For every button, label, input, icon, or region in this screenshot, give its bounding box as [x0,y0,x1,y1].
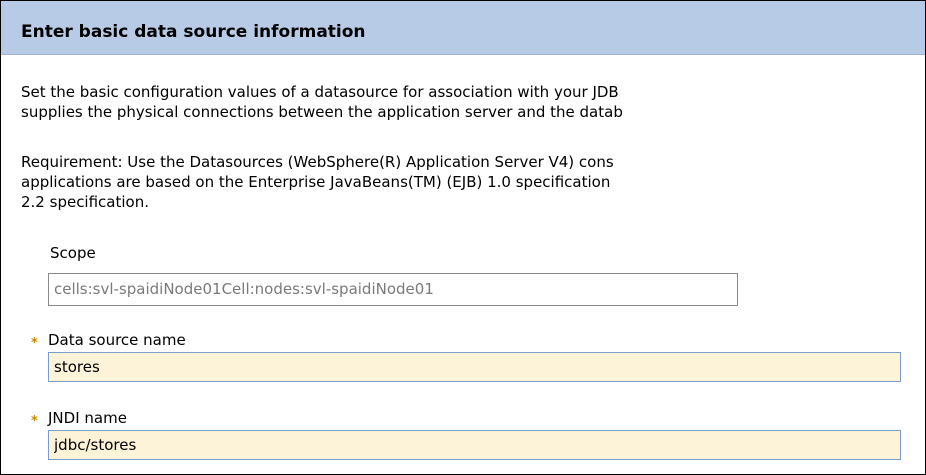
scope-label: Scope [50,244,96,262]
required-marker-icon: * [31,414,38,429]
intro-text-line: supplies the physical connections betwee… [21,103,623,121]
jndi-name-label: JNDI name [48,409,127,427]
requirement-text-line: Requirement: Use the Datasources (WebSph… [21,153,614,171]
data-source-name-input[interactable] [48,352,901,382]
data-source-name-label: Data source name [48,331,186,349]
intro-text-line: Set the basic configuration values of a … [21,83,619,101]
section-title: Enter basic data source information [21,22,366,42]
scope-field: cells:svl-spaidiNode01Cell:nodes:svl-spa… [48,273,738,306]
requirement-text-line: 2.2 specification. [21,193,149,211]
section-header: Enter basic data source information [1,1,925,55]
intro-text: Set the basic configuration values of a … [21,82,921,122]
wizard-panel: Enter basic data source information Set … [0,0,926,475]
requirement-text: Requirement: Use the Datasources (WebSph… [21,152,921,212]
requirement-text-line: applications are based on the Enterprise… [21,173,611,191]
jndi-name-input[interactable] [48,430,901,460]
required-marker-icon: * [31,336,38,351]
